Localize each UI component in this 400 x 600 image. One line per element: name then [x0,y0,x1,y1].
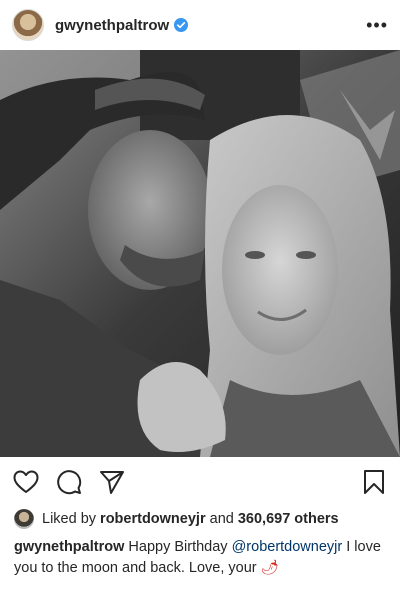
post-photo[interactable] [0,50,400,457]
post-header: gwynethpaltrow ••• [0,0,400,50]
bookmark-icon[interactable] [360,468,388,496]
heart-icon[interactable] [12,468,40,496]
likes-joiner: and [209,511,234,527]
more-options-icon[interactable]: ••• [366,16,388,34]
caption-username[interactable]: gwynethpaltrow [14,539,124,555]
profile-avatar[interactable] [12,9,44,41]
caption-text-before: Happy Birthday [128,539,228,555]
liker-username[interactable]: robertdowneyjr [100,511,206,527]
comment-icon[interactable] [55,468,83,496]
chili-pepper-emoji: 🌶 [260,560,280,576]
post-caption: gwynethpaltrow Happy Birthday @robertdow… [0,531,400,579]
post-username[interactable]: gwynethpaltrow [55,17,169,34]
verified-badge-icon [174,18,189,32]
likes-summary[interactable]: Liked by robertdowneyjr and 360,697 othe… [0,507,400,531]
caption-mention[interactable]: @robertdowneyjr [232,539,343,555]
share-icon[interactable] [98,468,126,496]
liker-avatar[interactable] [14,509,34,529]
likes-count[interactable]: 360,697 others [238,511,339,527]
likes-prefix: Liked by [42,511,97,527]
post-actions [0,457,400,507]
